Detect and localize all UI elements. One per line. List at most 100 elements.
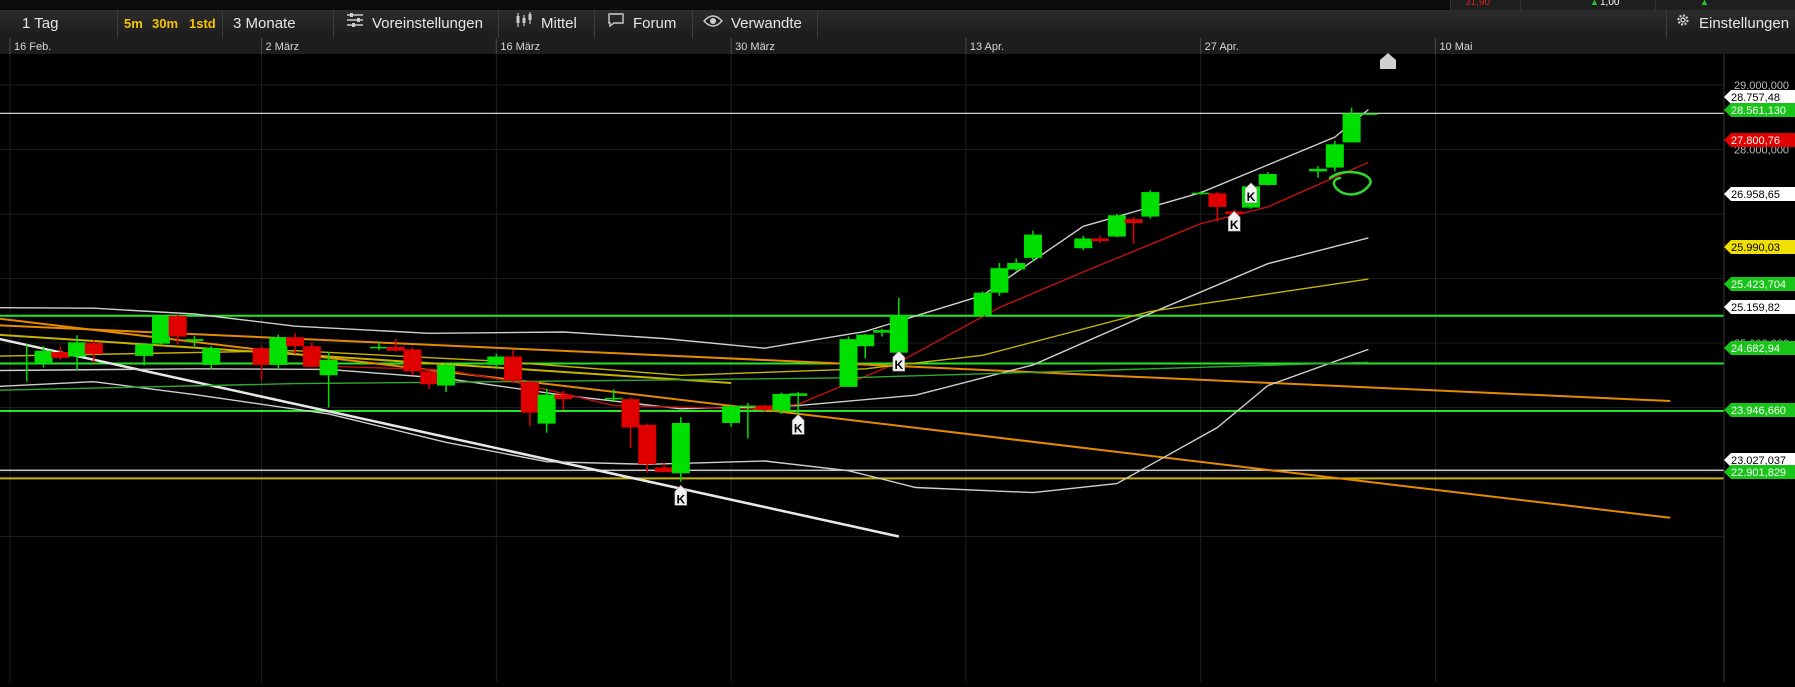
quick-30m-button[interactable]: 30m [149, 15, 181, 33]
indicator-label: Mittel [541, 15, 577, 32]
candle-body [889, 315, 908, 353]
candle-body [252, 348, 271, 365]
candle-body [487, 356, 506, 365]
header-strip-cell [1655, 0, 1795, 10]
x-axis-label: 16 März [500, 41, 540, 53]
gear-icon [1675, 10, 1691, 38]
candle-body [437, 364, 456, 386]
candle-body [856, 334, 875, 347]
candle-body [319, 359, 338, 376]
price-label: 25.990,03 [1731, 242, 1780, 254]
candle-body [755, 405, 774, 411]
k-marker-label: K [1230, 218, 1239, 232]
up-arrow-icon: ▲ [1590, 0, 1599, 7]
range-label: 3 Monate [233, 15, 296, 32]
x-axis-label: 27 Apr. [1205, 41, 1239, 53]
candle-body [1359, 113, 1378, 115]
candle-body [1325, 144, 1344, 168]
candle-body [286, 337, 305, 347]
candle-body [604, 397, 623, 400]
header-value-white: 1,00 [1600, 0, 1620, 8]
price-label: 25.423,704 [1731, 279, 1786, 291]
candle-body [185, 339, 204, 342]
x-axis-label: 2 März [266, 41, 300, 53]
candle-body [1208, 193, 1227, 207]
related-label: Verwandte [731, 15, 802, 32]
sliders-icon [346, 10, 364, 38]
price-label: 28.757,48 [1731, 92, 1780, 104]
candle-body [1191, 192, 1210, 195]
candle-body [671, 422, 690, 474]
settings-label: Einstellungen [1699, 15, 1790, 32]
header-strip: 31,90 ▲ 1,00 ▲ [0, 0, 1795, 10]
candle-body [990, 268, 1009, 293]
candle-body [973, 292, 992, 316]
candle-body [839, 339, 858, 387]
candle-body [135, 344, 154, 356]
candle-body [621, 399, 640, 428]
candle-body [873, 330, 892, 333]
price-label: 24.682,94 [1731, 343, 1780, 355]
candle-body [34, 350, 53, 363]
interval-label: 1 Tag [22, 15, 59, 32]
k-marker-label: K [676, 492, 685, 506]
candle-body [202, 348, 221, 365]
chart-toolbar: 1 Tag 5m 30m 1std 3 Monate Voreinstellun… [0, 10, 1795, 39]
candle-body [403, 349, 422, 372]
candle-body [1124, 219, 1143, 224]
range-select[interactable]: 3 Monate [222, 10, 334, 38]
forum-button[interactable]: Forum [595, 10, 693, 38]
candlestick-chart[interactable]: 16 Feb. 2 März 16 März 30 März 13 Apr. 27 Apr… [0, 38, 1795, 682]
price-label: 26.958,65 [1731, 189, 1780, 201]
presets-button[interactable]: Voreinstellungen [334, 10, 499, 38]
presets-label: Voreinstellungen [372, 15, 483, 32]
candle-body [520, 381, 539, 413]
candle-body [420, 371, 439, 385]
x-axis-label: 30 März [735, 41, 775, 53]
candle-body [168, 315, 187, 337]
x-axis-label: 13 Apr. [970, 41, 1004, 53]
candle-body [302, 346, 321, 367]
indicator-button[interactable]: Mittel [499, 10, 595, 38]
quick-5m-button[interactable]: 5m [121, 15, 146, 33]
candle-body [369, 346, 388, 349]
quick-1std-button[interactable]: 1std [186, 15, 219, 33]
candle-chart-icon [515, 10, 533, 38]
candle-body [554, 394, 573, 400]
candle-body [1309, 168, 1328, 172]
header-value-red: 31,90 [1465, 0, 1491, 8]
price-label: 23.946,660 [1731, 405, 1786, 417]
k-marker-label: K [894, 358, 903, 372]
up-arrow-icon: ▲ [1700, 0, 1709, 7]
forum-label: Forum [633, 15, 677, 32]
candle-body [1258, 174, 1277, 185]
candle-body [504, 356, 523, 382]
candle-body [738, 405, 757, 408]
candle-body [722, 406, 741, 423]
candle-body [17, 362, 36, 364]
k-marker-label: K [1247, 190, 1256, 204]
candle-body [84, 343, 103, 354]
candle-body [772, 393, 791, 411]
related-button[interactable]: Verwandte [693, 10, 818, 38]
chart-area[interactable]: 16 Feb. 2 März 16 März 30 März 13 Apr. 27 Apr… [0, 38, 1795, 682]
candle-body [537, 394, 556, 424]
candle-body [1074, 238, 1093, 249]
candle-body [1141, 192, 1160, 217]
candle-body [655, 467, 674, 472]
k-marker-label: K [794, 421, 803, 435]
candle-body [1107, 215, 1126, 237]
interval-select[interactable]: 1 Tag [0, 10, 118, 38]
speech-bubble-icon [607, 10, 625, 38]
candle-body [68, 342, 87, 357]
candle-body [386, 346, 405, 351]
header-strip-cell [1520, 0, 1656, 10]
candle-body [638, 424, 657, 465]
candle-body [1342, 113, 1361, 143]
candle-body [51, 352, 70, 358]
candle-body [1091, 238, 1110, 242]
candle-body [269, 337, 288, 365]
candle-body [151, 315, 170, 344]
price-label: 27.800,76 [1731, 135, 1780, 147]
settings-button[interactable]: Einstellungen [1666, 10, 1795, 38]
